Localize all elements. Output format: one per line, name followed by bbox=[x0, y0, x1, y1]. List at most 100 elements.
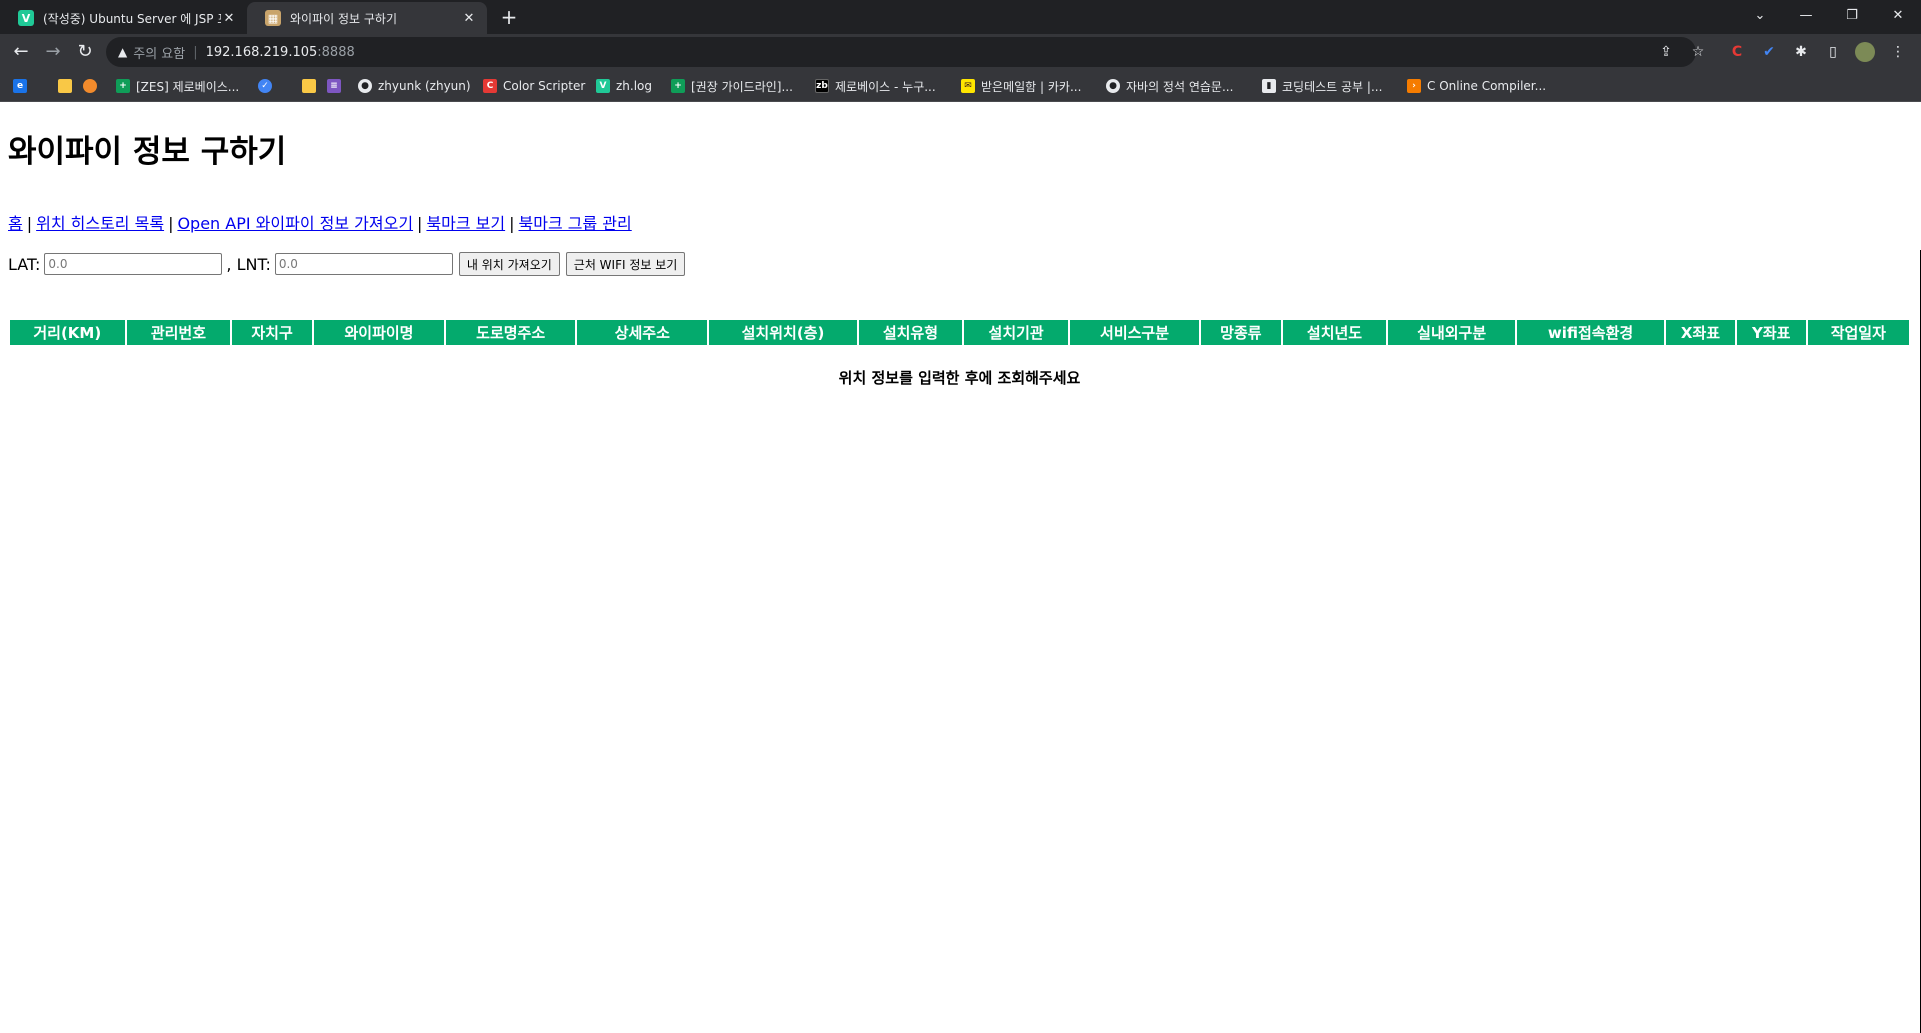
minimize-icon[interactable]: — bbox=[1783, 0, 1829, 30]
nav-home-link[interactable]: 홈 bbox=[8, 214, 23, 233]
velog-icon: V bbox=[18, 10, 34, 26]
velog-icon: V bbox=[596, 79, 610, 93]
header-x-coord: X좌표 bbox=[1666, 320, 1735, 345]
header-network-type: 망종류 bbox=[1201, 320, 1281, 345]
header-install-type: 설치유형 bbox=[858, 320, 963, 345]
nav-history-link[interactable]: 위치 히스토리 목록 bbox=[36, 214, 164, 233]
share-icon[interactable]: ⇪ bbox=[1656, 42, 1676, 62]
wifi-table: 거리(KM) 관리번호 자치구 와이파이명 도로명주소 상세주소 설치위치(층)… bbox=[8, 318, 1911, 390]
star-icon[interactable]: ☆ bbox=[1688, 42, 1708, 62]
site-nav: 홈 | 위치 히스토리 목록 | Open API 와이파이 정보 가져오기 | 북마크 보… bbox=[8, 210, 632, 234]
header-y-coord: Y좌표 bbox=[1736, 320, 1806, 345]
emoji-icon bbox=[83, 79, 97, 93]
check-circle-icon: ✓ bbox=[258, 79, 272, 93]
bars-icon: ≡ bbox=[327, 79, 341, 93]
close-icon[interactable]: ✕ bbox=[221, 11, 237, 26]
bookmark-item[interactable] bbox=[83, 77, 103, 95]
header-work-date: 작업일자 bbox=[1807, 320, 1909, 345]
window-close-icon[interactable]: ✕ bbox=[1875, 0, 1921, 30]
nearby-wifi-button[interactable]: 근처 WIFI 정보 보기 bbox=[565, 252, 686, 276]
bookmark-label: C Online Compiler... bbox=[1427, 79, 1547, 93]
close-icon[interactable]: ✕ bbox=[461, 11, 477, 26]
header-road-address: 도로명주소 bbox=[446, 320, 576, 345]
menu-icon[interactable]: ⋮ bbox=[1888, 42, 1908, 62]
table-row: 위치 정보를 입력한 후에 조회해주세요 bbox=[10, 347, 1909, 388]
bookmark-item[interactable]: ✓ bbox=[258, 77, 278, 95]
address-port: :8888 bbox=[317, 44, 355, 60]
nav-openapi-link[interactable]: Open API 와이파이 정보 가져오기 bbox=[177, 214, 413, 233]
bookmark-item[interactable]: ≡ bbox=[327, 77, 347, 95]
bookmark-item[interactable] bbox=[58, 77, 78, 95]
header-service-type: 서비스구분 bbox=[1070, 320, 1200, 345]
header-indoor-outdoor: 실내외구분 bbox=[1388, 320, 1515, 345]
bookmark-item[interactable]: zb 제로베이스 - 누구... bbox=[815, 77, 936, 95]
bookmark-label: 받은메일함 | 카카... bbox=[981, 79, 1082, 94]
get-my-location-button[interactable]: 내 위치 가져오기 bbox=[458, 252, 560, 276]
security-warning-text[interactable]: 주의 요함 bbox=[133, 43, 185, 62]
nav-separator: | bbox=[26, 214, 33, 233]
tab-search-icon[interactable]: ⌄ bbox=[1737, 0, 1783, 30]
empty-message: 위치 정보를 입력한 후에 조회해주세요 bbox=[838, 369, 1081, 387]
browser-tab-bar: V (작성중) Ubuntu Server 에 JSP 프 ✕ ▦ 와이파이 정… bbox=[0, 0, 1921, 34]
header-wifi-env: wifi접속환경 bbox=[1516, 320, 1665, 345]
avatar[interactable] bbox=[1855, 42, 1875, 62]
lat-label: LAT: bbox=[8, 254, 41, 274]
tab-title: 와이파이 정보 구하기 bbox=[290, 11, 397, 26]
bookmark-item[interactable]: ● 자바의 정석 연습문... bbox=[1106, 77, 1233, 95]
bookmark-item[interactable]: + [ZES] 제로베이스... bbox=[116, 77, 239, 95]
back-icon[interactable]: ← bbox=[9, 40, 33, 64]
extensions-icon[interactable]: ✱ bbox=[1791, 42, 1811, 62]
bookmark-item[interactable] bbox=[302, 77, 322, 95]
header-detail-address: 상세주소 bbox=[577, 320, 708, 345]
browser-toolbar: ← → ↻ ▲ 주의 요함 | 192.168.219.105 :8888 ⇪ … bbox=[0, 34, 1921, 70]
bookmark-item[interactable]: Vzh.log bbox=[596, 77, 652, 95]
forward-icon[interactable]: → bbox=[41, 40, 65, 64]
extension-c-icon[interactable]: C bbox=[1727, 42, 1747, 62]
nav-separator: | bbox=[168, 214, 174, 233]
bookmark-icon: ▮ bbox=[1262, 79, 1276, 93]
restore-icon[interactable]: ❐ bbox=[1829, 0, 1875, 30]
bookmark-item[interactable]: e bbox=[13, 77, 33, 95]
side-panel-icon[interactable]: ▯ bbox=[1823, 42, 1843, 62]
bookmark-label: Color Scripter bbox=[503, 79, 586, 93]
bookmark-item[interactable]: + [권장 가이드라인]... bbox=[671, 77, 793, 95]
nav-bookmark-groups-link[interactable]: 북마크 그룹 관리 bbox=[519, 214, 632, 233]
page-icon: ▦ bbox=[265, 10, 281, 26]
warning-icon[interactable]: ▲ bbox=[118, 45, 127, 59]
bookmark-item[interactable]: ✉ 받은메일함 | 카카... bbox=[961, 77, 1081, 95]
bookmark-item[interactable]: ▮ 코딩테스트 공부 |... bbox=[1262, 77, 1382, 95]
zb-icon: zb bbox=[815, 79, 829, 93]
header-wifi-name: 와이파이명 bbox=[313, 320, 445, 345]
bookmark-label: 코딩테스트 공부 |... bbox=[1282, 79, 1383, 94]
lat-input[interactable] bbox=[44, 253, 223, 275]
bookmark-label: zh.log bbox=[616, 79, 653, 93]
edge-icon: e bbox=[13, 79, 27, 93]
address-bar[interactable]: ▲ 주의 요함 | 192.168.219.105 :8888 bbox=[106, 37, 1696, 67]
new-tab-button[interactable]: + bbox=[497, 5, 521, 29]
bookmark-item[interactable]: › C Online Compiler... bbox=[1407, 77, 1546, 95]
nav-bookmarks-link[interactable]: 북마크 보기 bbox=[426, 214, 505, 233]
compiler-icon: › bbox=[1407, 79, 1421, 93]
mail-icon: ✉ bbox=[961, 79, 975, 93]
tab-title: (작성중) Ubuntu Server 에 JSP 프 bbox=[43, 11, 221, 26]
bookmark-item[interactable]: ● zhyunk (zhyun) bbox=[358, 77, 471, 95]
page-content: 와이파이 정보 구하기 홈 | 위치 히스토리 목록 | Open API 와이파이 정… bbox=[0, 102, 1921, 1033]
nav-separator: | bbox=[509, 214, 515, 233]
extension-check-icon[interactable]: ✔ bbox=[1759, 42, 1779, 62]
header-distance: 거리(KM) bbox=[10, 320, 125, 345]
reload-icon[interactable]: ↻ bbox=[73, 40, 97, 64]
address-separator: | bbox=[193, 44, 198, 60]
header-install-agency: 설치기관 bbox=[964, 320, 1068, 345]
bookmark-label: [ZES] 제로베이스... bbox=[136, 79, 240, 94]
tab-velog[interactable]: V (작성중) Ubuntu Server 에 JSP 프 ✕ bbox=[0, 2, 247, 34]
table-header-row: 거리(KM) 관리번호 자치구 와이파이명 도로명주소 상세주소 설치위치(층)… bbox=[10, 320, 1909, 345]
bookmark-label: 제로베이스 - 누구... bbox=[835, 79, 936, 94]
bookmark-item[interactable]: C Color Scripter bbox=[483, 77, 585, 95]
github-icon: ● bbox=[358, 79, 372, 93]
page-title: 와이파이 정보 구하기 bbox=[8, 134, 287, 170]
lnt-input[interactable] bbox=[274, 253, 453, 275]
tab-wifi[interactable]: ▦ 와이파이 정보 구하기 ✕ bbox=[247, 2, 487, 34]
folder-icon bbox=[58, 79, 72, 93]
header-district: 자치구 bbox=[232, 320, 312, 345]
bookmark-label: zhyunk (zhyun) bbox=[378, 79, 471, 93]
